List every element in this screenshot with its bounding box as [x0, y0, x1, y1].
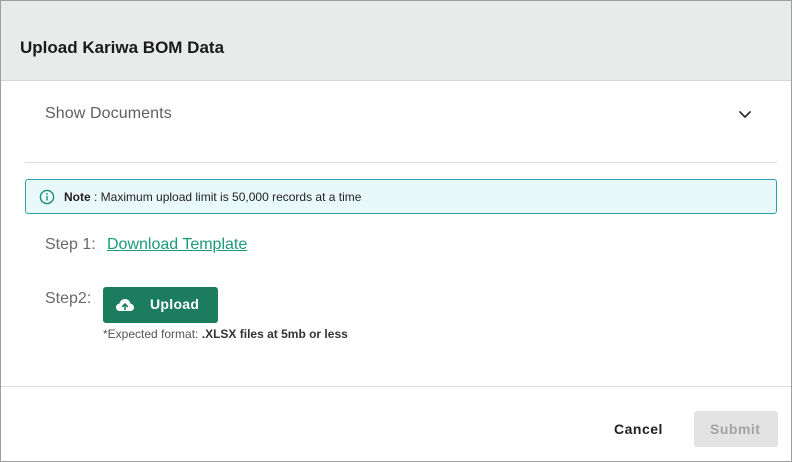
note-text: Note : Maximum upload limit is 50,000 re…	[64, 190, 361, 204]
expected-format-hint: *Expected format: .XLSX files at 5mb or …	[103, 327, 348, 341]
format-value: .XLSX files at 5mb or less	[201, 327, 348, 341]
note-label: Note	[64, 190, 91, 204]
format-prefix: *Expected format:	[103, 327, 199, 341]
show-documents-label: Show Documents	[45, 105, 172, 122]
download-template-link[interactable]: Download Template	[107, 236, 247, 254]
cloud-upload-icon	[116, 299, 134, 311]
note-message: : Maximum upload limit is 50,000 records…	[94, 190, 362, 204]
upload-button[interactable]: Upload	[103, 287, 218, 323]
cancel-button[interactable]: Cancel	[601, 411, 677, 447]
show-documents-accordion[interactable]: Show Documents	[25, 85, 777, 163]
upload-bom-dialog: Upload Kariwa BOM Data Show Documents No…	[0, 0, 792, 462]
dialog-header: Upload Kariwa BOM Data	[1, 1, 791, 81]
step2-label: Step2:	[45, 290, 92, 307]
dialog-title: Upload Kariwa BOM Data	[20, 38, 225, 57]
step1-label: Step 1:	[45, 236, 96, 253]
info-icon	[39, 189, 55, 205]
submit-button-label: Submit	[710, 421, 761, 437]
submit-button[interactable]: Submit	[694, 411, 778, 447]
upload-button-label: Upload	[150, 296, 200, 312]
upload-limit-note: Note : Maximum upload limit is 50,000 re…	[25, 179, 777, 214]
footer-divider	[1, 386, 791, 387]
chevron-down-icon[interactable]	[737, 106, 753, 122]
cancel-button-label: Cancel	[614, 421, 663, 437]
